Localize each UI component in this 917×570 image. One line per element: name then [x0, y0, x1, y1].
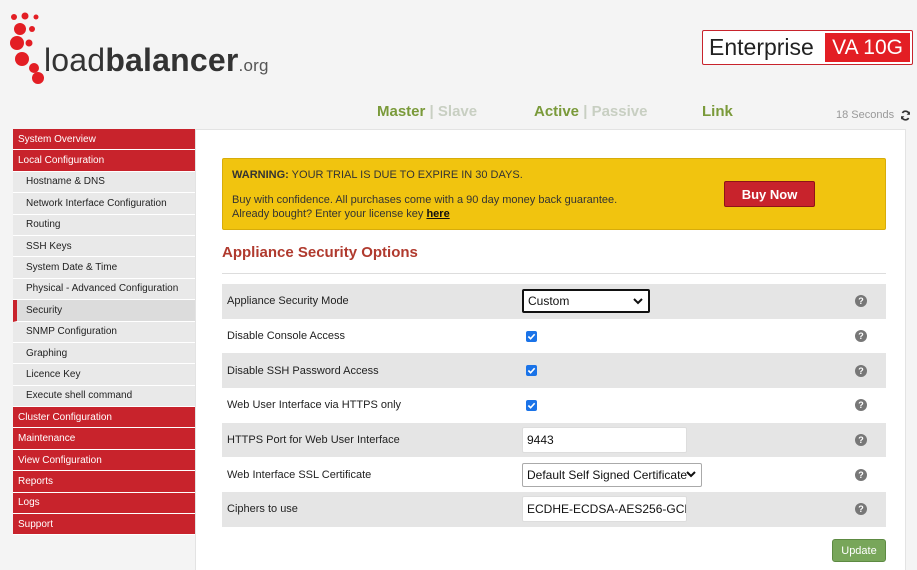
- sidebar-item-ssh-keys[interactable]: SSH Keys: [13, 235, 195, 258]
- sidebar-item-security[interactable]: Security: [13, 300, 195, 322]
- sidebar-item-view-configuration[interactable]: View Configuration: [13, 449, 195, 472]
- row-https-port: HTTPS Port for Web User Interface 9443 ?: [222, 422, 886, 458]
- refresh-indicator[interactable]: 18 Seconds: [836, 109, 911, 121]
- help-icon[interactable]: ?: [855, 399, 867, 412]
- refresh-text: 18 Seconds: [836, 109, 895, 121]
- sidebar-item-local-configuration[interactable]: Local Configuration: [13, 150, 195, 172]
- sidebar-item-snmp-configuration[interactable]: SNMP Configuration: [13, 321, 195, 343]
- row-security-mode: Appliance Security Mode Custom ?: [222, 284, 886, 319]
- sidebar-item-maintenance[interactable]: Maintenance: [13, 428, 195, 450]
- sidebar-item-execute-shell-command[interactable]: Execute shell command: [13, 385, 195, 408]
- help-icon[interactable]: ?: [855, 330, 867, 343]
- trial-warning-banner: WARNING: YOUR TRIAL IS DUE TO EXPIRE IN …: [222, 158, 886, 230]
- row-disable-console: Disable Console Access ?: [222, 319, 886, 354]
- status-master: Master: [377, 103, 426, 120]
- security-settings-table: Appliance Security Mode Custom ? Disable…: [222, 284, 886, 527]
- main-panel: WARNING: YOUR TRIAL IS DUE TO EXPIRE IN …: [195, 129, 906, 570]
- https-port-input[interactable]: 9443: [522, 427, 687, 454]
- row-ssl-certificate: Web Interface SSL Certificate Default Se…: [222, 457, 886, 492]
- sidebar-item-cluster-configuration[interactable]: Cluster Configuration: [13, 407, 195, 429]
- warning-guarantee-text: Buy with confidence. All purchases come …: [232, 194, 618, 206]
- ciphers-input[interactable]: ECDHE-ECDSA-AES256-GCM-SHA384: [522, 496, 687, 523]
- status-link: Link: [702, 103, 733, 120]
- ssl-certificate-label: Web Interface SSL Certificate: [227, 468, 372, 481]
- sidebar-item-graphing[interactable]: Graphing: [13, 342, 195, 365]
- sidebar-item-system-overview[interactable]: System Overview: [13, 129, 195, 151]
- disable-console-label: Disable Console Access: [227, 330, 346, 343]
- sidebar-item-support[interactable]: Support: [13, 514, 195, 536]
- status-active: Active: [534, 103, 580, 120]
- logo-wordmark: loadbalancer.org: [44, 42, 269, 78]
- edition-badge: Enterprise VA 10G: [702, 30, 913, 65]
- disable-ssh-password-checkbox[interactable]: [526, 365, 537, 377]
- sidebar-nav: System Overview Local Configuration Hostna…: [13, 129, 195, 536]
- sidebar-item-reports[interactable]: Reports: [13, 471, 195, 493]
- cluster-role-status: Master | Slave: [377, 103, 478, 120]
- row-ciphers: Ciphers to use ECDHE-ECDSA-AES256-GCM-SH…: [222, 492, 886, 527]
- help-icon[interactable]: ?: [855, 468, 867, 481]
- refresh-icon[interactable]: [900, 109, 911, 121]
- sidebar-item-hostname-dns[interactable]: Hostname & DNS: [13, 171, 195, 194]
- ciphers-label: Ciphers to use: [227, 503, 298, 516]
- title-divider: [222, 273, 886, 274]
- https-port-label: HTTPS Port for Web User Interface: [227, 434, 400, 447]
- help-icon[interactable]: ?: [855, 503, 867, 516]
- logo-dots-icon: [10, 12, 44, 84]
- sidebar-item-routing[interactable]: Routing: [13, 214, 195, 236]
- chevron-down-icon: [633, 298, 643, 305]
- sidebar-item-network-interface-configuration[interactable]: Network Interface Configuration: [13, 193, 195, 215]
- license-key-link[interactable]: here: [426, 208, 449, 220]
- disable-ssh-password-label: Disable SSH Password Access: [227, 364, 379, 377]
- status-slave: Slave: [437, 103, 478, 120]
- help-icon[interactable]: ?: [855, 434, 867, 447]
- edition-model: VA 10G: [825, 33, 910, 62]
- checkmark-icon: [527, 402, 536, 409]
- sidebar-item-logs[interactable]: Logs: [13, 492, 195, 515]
- https-only-label: Web User Interface via HTTPS only: [227, 399, 402, 412]
- sidebar-item-licence-key[interactable]: Licence Key: [13, 364, 195, 386]
- help-icon[interactable]: ?: [855, 295, 867, 308]
- row-disable-ssh-password: Disable SSH Password Access ?: [222, 353, 886, 389]
- warning-license-text: Already bought? Enter your license key h…: [232, 208, 450, 220]
- disable-console-checkbox[interactable]: [526, 330, 537, 342]
- https-only-checkbox[interactable]: [526, 399, 537, 411]
- cluster-state-status: Active | Passive: [534, 103, 648, 120]
- checkmark-icon: [527, 367, 536, 375]
- ssl-certificate-select[interactable]: Default Self Signed Certificate: [522, 462, 702, 487]
- status-passive: Passive: [591, 103, 648, 120]
- sidebar-item-physical-advanced-configuration[interactable]: Physical - Advanced Configuration: [13, 278, 195, 301]
- buy-now-button[interactable]: Buy Now: [724, 181, 815, 207]
- warning-title: WARNING: YOUR TRIAL IS DUE TO EXPIRE IN …: [232, 169, 523, 181]
- chevron-down-icon: [686, 471, 696, 478]
- row-https-only: Web User Interface via HTTPS only ?: [222, 388, 886, 423]
- security-mode-select[interactable]: Custom: [522, 289, 650, 314]
- edition-name: Enterprise: [709, 34, 814, 60]
- help-icon[interactable]: ?: [855, 364, 867, 377]
- sidebar-item-system-date-time[interactable]: System Date & Time: [13, 257, 195, 279]
- page-title: Appliance Security Options: [222, 244, 418, 261]
- security-mode-label: Appliance Security Mode: [227, 295, 349, 308]
- logo: loadbalancer.org: [8, 12, 278, 88]
- update-button[interactable]: Update: [832, 539, 886, 562]
- checkmark-icon: [527, 333, 536, 340]
